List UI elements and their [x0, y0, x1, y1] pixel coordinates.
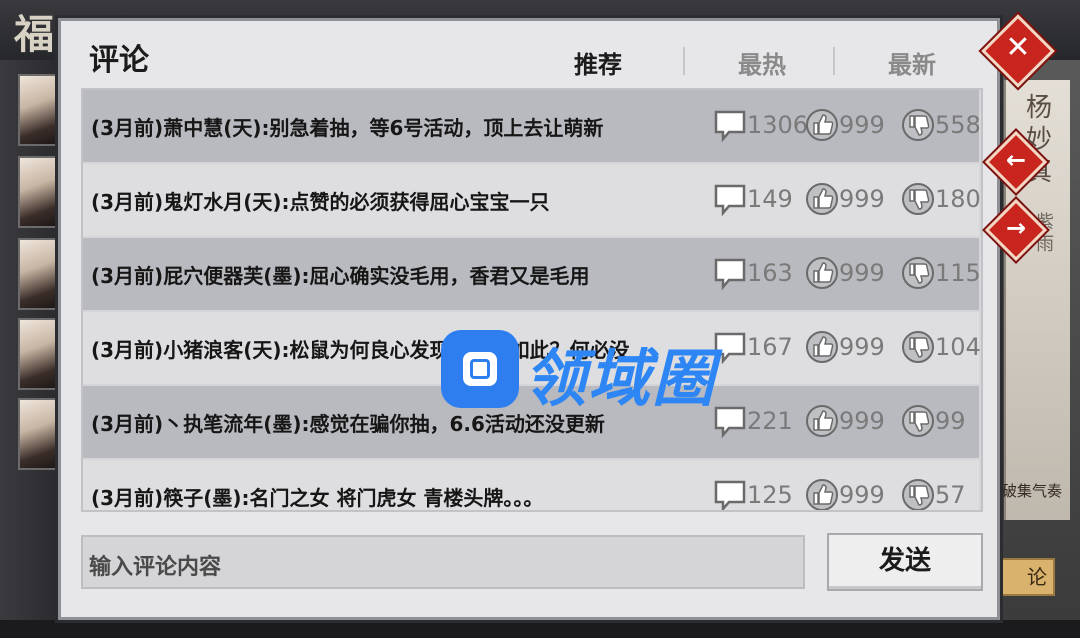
tab-divider — [683, 47, 685, 75]
dislike-count[interactable]: 104 — [901, 330, 981, 366]
comment-open-button[interactable]: 论 — [995, 558, 1055, 596]
speech-bubble-icon — [714, 184, 746, 216]
character-portrait[interactable] — [18, 398, 62, 470]
tab-recommended[interactable]: 推荐 — [533, 45, 663, 80]
thumbs-up-icon — [806, 405, 838, 437]
character-card-text: 破集气奏 — [1002, 482, 1063, 500]
reply-count[interactable]: 125 — [713, 478, 793, 510]
background-bottom — [0, 620, 1080, 638]
comment-row[interactable]: (3月前)屁穴便器芙(墨):屈心确实没毛用，香君又是毛用 163 999 115 — [83, 238, 981, 310]
comment-dialog: 评论 推荐 最热 最新 (3月前)萧中慧(天):别急着抽，等6号活动，顶上去让萌… — [58, 18, 1000, 620]
thumbs-up-icon — [806, 479, 838, 510]
dislike-count[interactable]: 558 — [901, 108, 981, 144]
thumbs-down-icon — [902, 183, 934, 215]
reply-count[interactable]: 149 — [713, 182, 793, 218]
tab-hottest[interactable]: 最热 — [697, 45, 827, 80]
send-button[interactable]: 发送 — [827, 533, 983, 591]
tab-divider — [833, 47, 835, 75]
thumbs-down-icon — [902, 405, 934, 437]
thumbs-down-icon — [902, 257, 934, 289]
comment-text: (3月前)筷子(墨):名门之女 将门虎女 青楼头牌。。。 — [91, 486, 544, 510]
like-count[interactable]: 999 — [805, 478, 885, 510]
character-portrait[interactable] — [18, 238, 62, 310]
thumbs-up-icon — [806, 109, 838, 141]
dialog-title: 评论 — [89, 43, 149, 78]
speech-bubble-icon — [714, 480, 746, 510]
comment-text: (3月前)鬼灯水月(天):点赞的必须获得屈心宝宝一只 — [91, 190, 550, 214]
speech-bubble-icon — [714, 406, 746, 438]
like-count[interactable]: 999 — [805, 108, 885, 144]
like-count[interactable]: 999 — [805, 256, 885, 292]
reply-count[interactable]: 221 — [713, 404, 793, 440]
arrow-left-icon: ← — [1005, 146, 1027, 174]
like-count[interactable]: 999 — [805, 182, 885, 218]
character-portrait[interactable] — [18, 318, 62, 390]
thumbs-down-icon — [902, 479, 934, 510]
thumbs-down-icon — [902, 331, 934, 363]
reply-count[interactable]: 167 — [713, 330, 793, 366]
character-portrait[interactable] — [18, 156, 62, 228]
like-count[interactable]: 999 — [805, 404, 885, 440]
game-title: 福 — [14, 11, 60, 58]
comment-text: (3月前)屁穴便器芙(墨):屈心确实没毛用，香君又是毛用 — [91, 264, 590, 288]
thumbs-down-icon — [902, 109, 934, 141]
reply-count[interactable]: 1306 — [713, 108, 808, 144]
speech-bubble-icon — [714, 332, 746, 364]
dislike-count[interactable]: 99 — [901, 404, 966, 440]
arrow-right-icon: → — [1005, 214, 1027, 242]
reply-count[interactable]: 163 — [713, 256, 793, 292]
watermark-logo-icon — [441, 330, 519, 408]
like-count[interactable]: 999 — [805, 330, 885, 366]
dislike-count[interactable]: 180 — [901, 182, 981, 218]
comment-row[interactable]: (3月前)筷子(墨):名门之女 将门虎女 青楼头牌。。。 125 999 57 — [83, 460, 979, 510]
comment-row[interactable]: (3月前)鬼灯水月(天):点赞的必须获得屈心宝宝一只 149 999 180 — [83, 164, 981, 236]
comment-list[interactable]: (3月前)萧中慧(天):别急着抽，等6号活动，顶上去让萌新 1306 999 5… — [81, 88, 983, 512]
thumbs-up-icon — [806, 257, 838, 289]
character-portrait[interactable] — [18, 74, 62, 146]
comment-text: (3月前)萧中慧(天):别急着抽，等6号活动，顶上去让萌新 — [91, 116, 604, 140]
comment-input[interactable]: 输入评论内容 — [81, 535, 805, 589]
speech-bubble-icon — [714, 110, 746, 142]
thumbs-up-icon — [806, 183, 838, 215]
dislike-count[interactable]: 57 — [901, 478, 966, 510]
speech-bubble-icon — [714, 258, 746, 290]
comment-row[interactable]: (3月前)萧中慧(天):别急着抽，等6号活动，顶上去让萌新 1306 999 5… — [83, 90, 981, 162]
watermark-text: 领域圈 — [524, 342, 717, 415]
dislike-count[interactable]: 115 — [901, 256, 981, 292]
close-icon: ✕ — [1005, 30, 1031, 65]
thumbs-up-icon — [806, 331, 838, 363]
tab-newest[interactable]: 最新 — [847, 45, 977, 80]
